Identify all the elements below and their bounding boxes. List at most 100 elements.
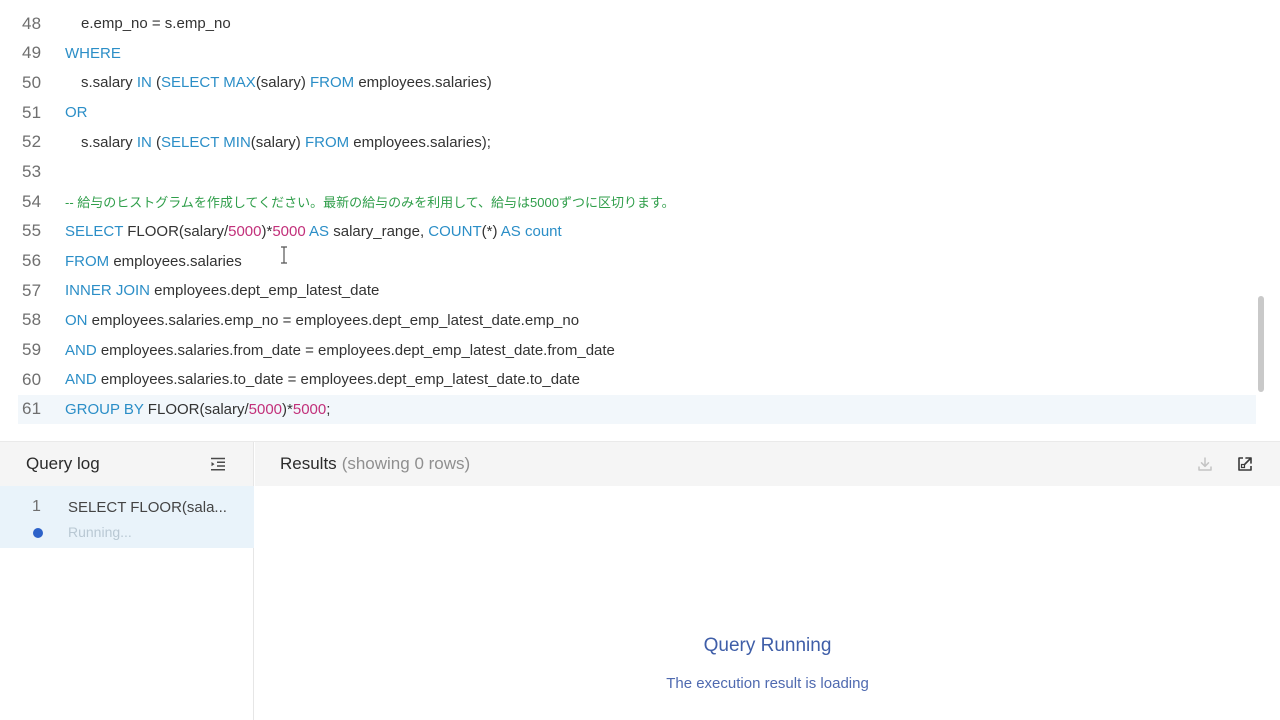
- sql-keyword: OR: [65, 104, 88, 122]
- code-text: AND employees.salaries.to_date = employe…: [65, 371, 580, 388]
- bottom-panels: Query log 1 SELECT FLOOR(sala... Running…: [0, 441, 1280, 720]
- line-number: 60: [22, 369, 42, 389]
- code-line[interactable]: 52 s.salary IN (SELECT MIN(salary) FROM e…: [0, 127, 1256, 157]
- code-text: s.salary IN (SELECT MIN(salary) FROM emp…: [65, 134, 491, 151]
- query-log-header: Query log: [0, 442, 253, 486]
- line-number: 55: [22, 221, 42, 241]
- sql-identifier: FLOOR(salary/: [143, 400, 249, 418]
- sql-keyword: IN: [136, 133, 152, 151]
- results-panel: Results (showing 0 rows) Query Running T…: [255, 442, 1280, 720]
- code-text: GROUP BY FLOOR(salary/5000)*5000;: [65, 401, 330, 418]
- sql-keyword: AS: [309, 222, 330, 240]
- list-indent-icon[interactable]: [209, 455, 227, 473]
- editor-scrollbar-thumb[interactable]: [1258, 296, 1264, 392]
- sql-identifier: s.salary: [81, 133, 137, 151]
- code-text: INNER JOIN employees.dept_emp_latest_dat…: [65, 282, 379, 299]
- sql-identifier: employees.salaries.emp_no = employees.de…: [87, 311, 580, 329]
- sql-keyword: AND: [65, 341, 97, 359]
- results-count: (showing 0 rows): [341, 454, 471, 473]
- expand-icon[interactable]: [1236, 455, 1254, 473]
- code-line[interactable]: 50 s.salary IN (SELECT MAX(salary) FROM e…: [0, 68, 1256, 98]
- sql-identifier: (: [151, 74, 162, 92]
- code-line[interactable]: 49 WHERE: [0, 38, 1256, 68]
- sql-keyword: FROM: [304, 133, 350, 151]
- line-number: 51: [22, 102, 42, 122]
- sql-identifier: s.salary: [81, 74, 137, 92]
- sql-identifier: (salary): [250, 133, 305, 151]
- query-log-query: SELECT FLOOR(sala...: [68, 499, 227, 516]
- code-line[interactable]: 59 AND employees.salaries.from_date = emp…: [0, 335, 1256, 365]
- line-number: 59: [22, 340, 42, 360]
- text-cursor-icon: [281, 246, 287, 264]
- line-number: 47: [0, 0, 65, 4]
- sql-identifier: FLOOR(salary/: [123, 222, 229, 240]
- sql-identifier: e.emp_no = s.emp_no: [81, 15, 231, 33]
- sql-number: 5000: [248, 400, 283, 418]
- code-text: AND employees.salaries.from_date = emplo…: [65, 342, 615, 359]
- sql-keyword: MAX: [223, 74, 256, 92]
- code-lines[interactable]: 47ON48e.emp_no = s.emp_no49WHERE50s.sala…: [0, 0, 1256, 425]
- sql-editor[interactable]: 47ON48e.emp_no = s.emp_no49WHERE50s.sala…: [0, 0, 1280, 440]
- code-line[interactable]: 51 OR: [0, 98, 1256, 128]
- sql-keyword: SELECT: [161, 74, 220, 92]
- line-number: 49: [22, 43, 42, 63]
- query-running-title: Query Running: [703, 635, 832, 656]
- sql-keyword: IN: [136, 74, 152, 92]
- sql-comment: -- 給与のヒストグラムを作成してください。最新の給与のみを利用して、給与は50…: [65, 195, 675, 211]
- code-text: e.emp_no = s.emp_no: [65, 15, 231, 32]
- sql-identifier: employees.salaries.from_date = employees…: [96, 341, 615, 359]
- line-number: 58: [22, 310, 42, 330]
- sql-identifier: )*: [282, 400, 293, 418]
- code-line[interactable]: 58 ON employees.salaries.emp_no = employe…: [0, 306, 1256, 336]
- sql-keyword: WHERE: [65, 44, 121, 62]
- line-number: 52: [22, 132, 42, 152]
- code-text: SELECT FLOOR(salary/5000)*5000 AS salary…: [65, 223, 562, 240]
- code-line[interactable]: 57 INNER JOIN employees.dept_emp_latest_d…: [0, 276, 1256, 306]
- code-text: ON employees.salaries.emp_no = employees…: [65, 312, 579, 329]
- query-log-panel: Query log 1 SELECT FLOOR(sala... Running…: [0, 442, 254, 720]
- results-header: Results (showing 0 rows): [255, 442, 1280, 486]
- sql-keyword: AS: [500, 222, 521, 240]
- sql-identifier: ;: [326, 400, 331, 418]
- code-line[interactable]: 54 -- 給与のヒストグラムを作成してください。最新の給与のみを利用して、給与は…: [0, 187, 1256, 217]
- code-text: OR: [65, 104, 88, 121]
- sql-keyword: FROM: [65, 252, 110, 270]
- sql-identifier: (salary): [255, 74, 310, 92]
- code-line-active[interactable]: 61 GROUP BY FLOOR(salary/5000)*5000;: [18, 394, 1256, 425]
- sql-keyword: SELECT: [65, 222, 124, 240]
- query-log-item[interactable]: 1 SELECT FLOOR(sala... Running...: [0, 486, 254, 548]
- line-number: 53: [22, 161, 42, 181]
- line-number: 56: [22, 251, 42, 271]
- line-number: 61: [22, 399, 42, 419]
- line-number: 54: [22, 191, 42, 211]
- code-text: -- 給与のヒストグラムを作成してください。最新の給与のみを利用して、給与は50…: [65, 192, 675, 211]
- code-line[interactable]: 60 AND employees.salaries.to_date = emplo…: [0, 365, 1256, 395]
- sql-keyword: FROM: [309, 74, 355, 92]
- sql-keyword: COUNT: [428, 222, 482, 240]
- download-icon[interactable]: [1196, 455, 1214, 473]
- code-text: s.salary IN (SELECT MAX(salary) FROM emp…: [65, 74, 492, 91]
- sql-number: 5000: [272, 222, 306, 240]
- sql-identifier: employees.salaries.to_date = employees.d…: [96, 371, 580, 389]
- code-line[interactable]: 47ON: [0, 0, 1256, 9]
- sql-identifier: employees.salaries): [354, 74, 492, 92]
- results-title: Results: [280, 454, 337, 473]
- sql-keyword: MIN: [223, 133, 251, 151]
- sql-identifier: employees.salaries);: [349, 133, 491, 151]
- code-line[interactable]: 56 FROM employees.salaries: [0, 246, 1256, 276]
- sql-keyword: GROUP BY: [65, 400, 144, 418]
- code-line[interactable]: 55 SELECT FLOOR(salary/5000)*5000 AS sala…: [0, 217, 1256, 247]
- line-number: 48: [22, 13, 42, 33]
- sql-keyword: AND: [65, 371, 97, 389]
- sql-number: 5000: [228, 222, 262, 240]
- sql-identifier: employees.dept_emp_latest_date: [150, 282, 380, 300]
- code-line[interactable]: 48 e.emp_no = s.emp_no: [0, 9, 1256, 39]
- sql-keyword: INNER JOIN: [65, 282, 151, 300]
- sql-identifier: salary_range,: [329, 222, 429, 240]
- sql-keyword: ON: [65, 0, 88, 2]
- code-text: FROM employees.salaries: [65, 253, 242, 270]
- code-text: ON: [65, 0, 88, 2]
- query-running-subtitle: The execution result is loading: [666, 675, 869, 692]
- sql-identifier: (: [151, 133, 162, 151]
- code-line[interactable]: 53: [0, 157, 1256, 187]
